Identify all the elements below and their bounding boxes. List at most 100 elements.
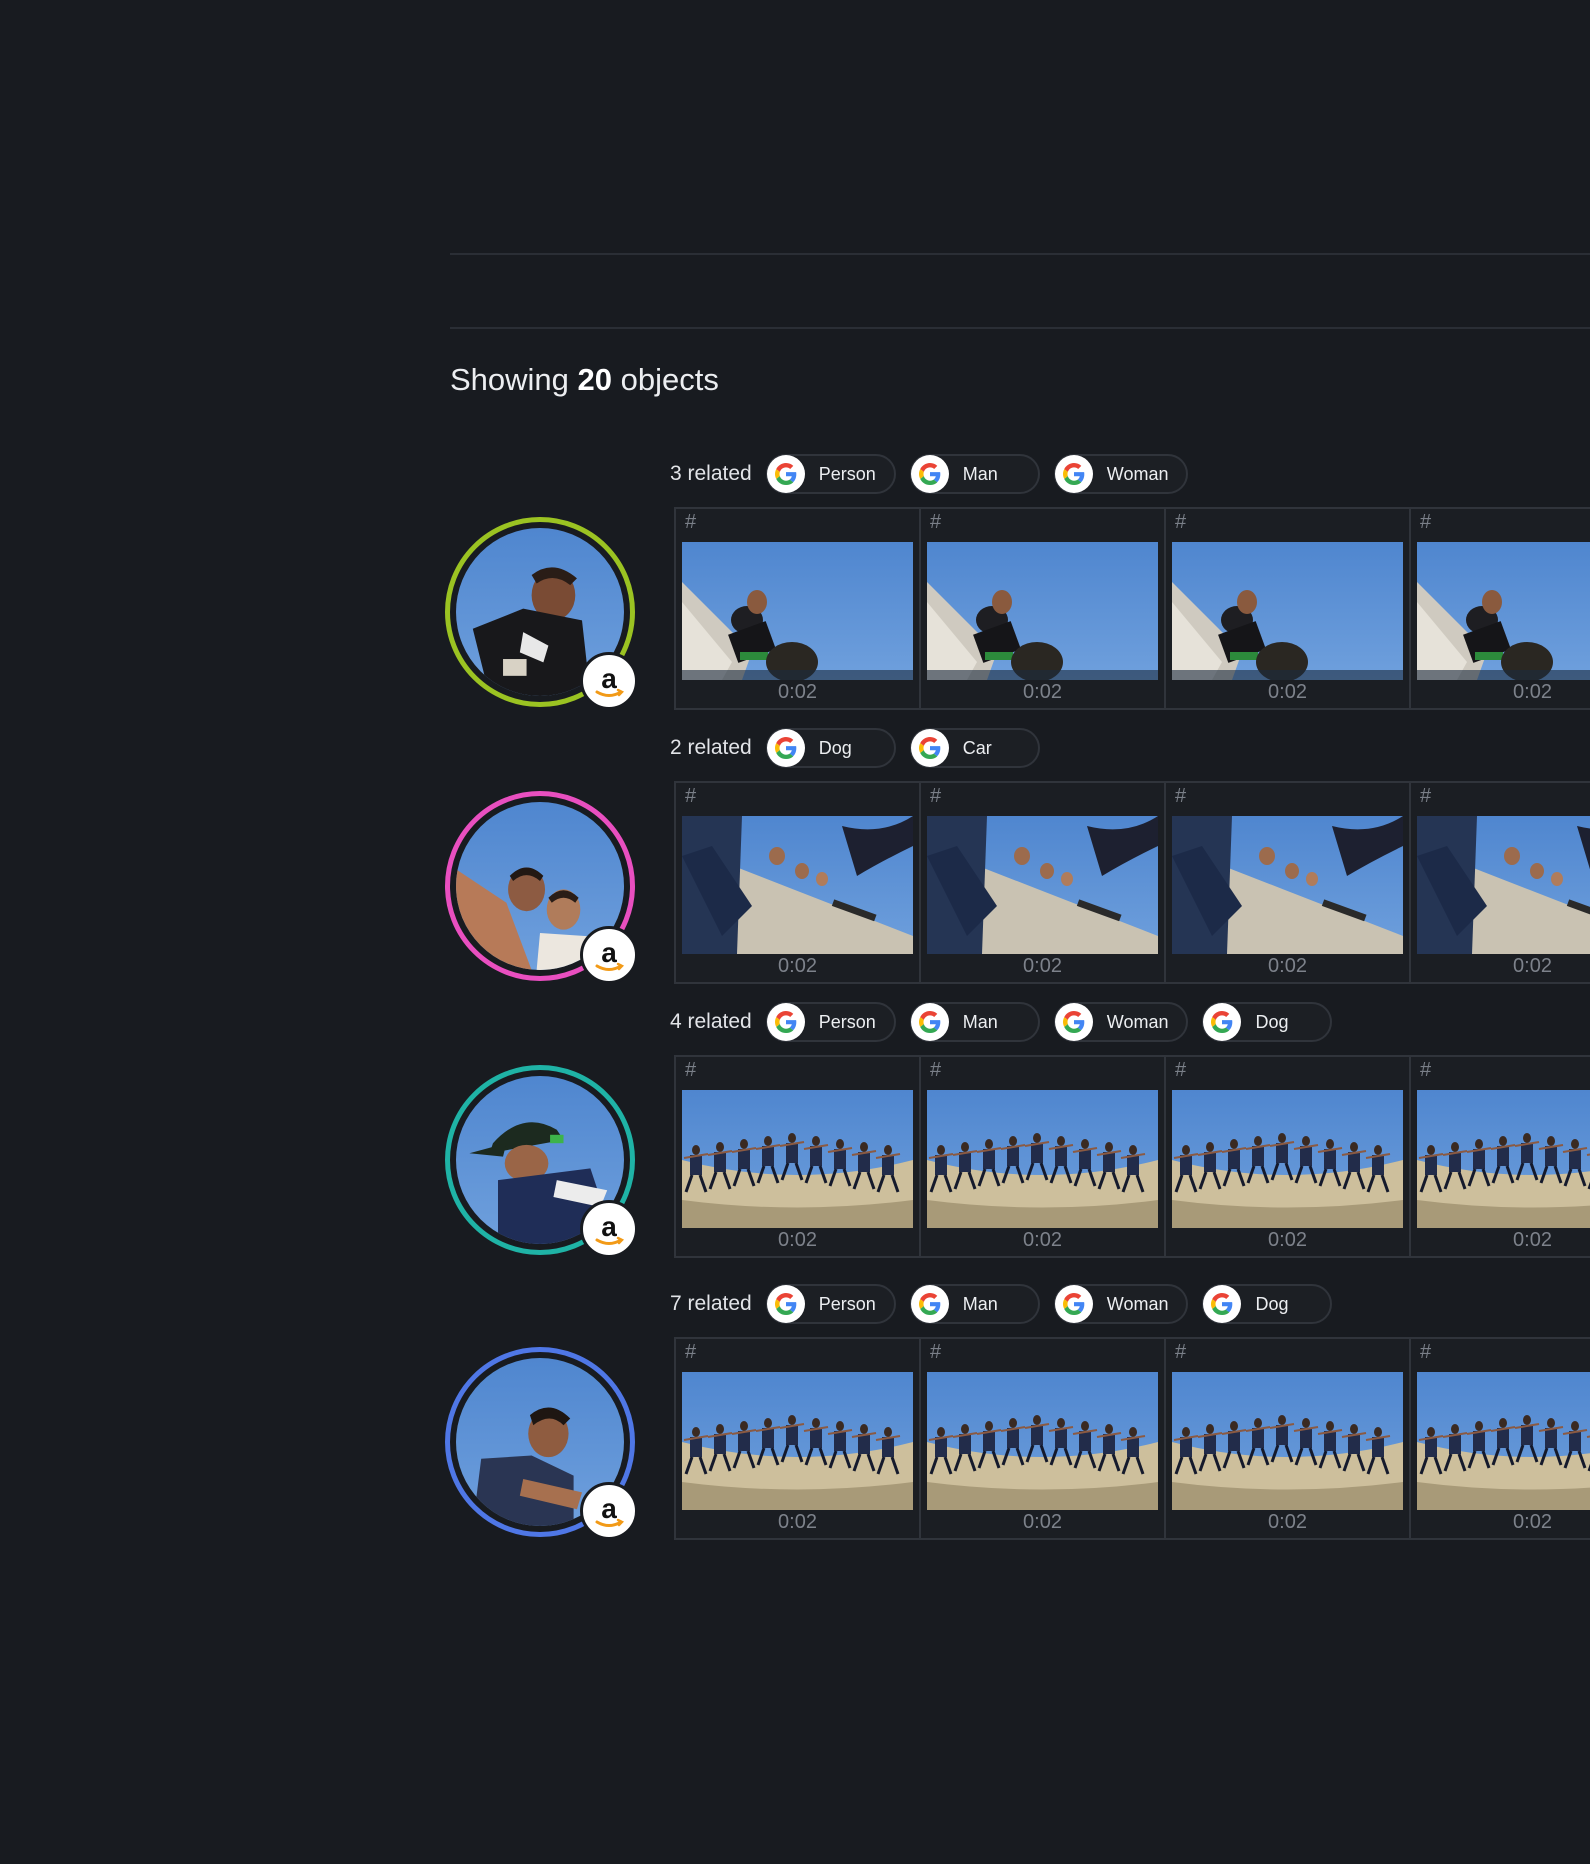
frame-hash-marker: #: [685, 785, 697, 807]
frame-timestamp: 0:02: [778, 955, 817, 977]
video-frame[interactable]: #0:02: [1166, 509, 1411, 708]
frame-timestamp: 0:02: [1023, 1511, 1062, 1533]
tag-woman[interactable]: Woman: [1053, 1002, 1189, 1042]
video-frame[interactable]: #0:02: [921, 1339, 1166, 1538]
frame-timestamp: 0:02: [1513, 1229, 1552, 1251]
frame-hash-marker: #: [1420, 1341, 1432, 1363]
results-count-heading: Showing 20 objects: [450, 362, 719, 398]
video-frame[interactable]: #0:02: [1411, 509, 1590, 708]
tag-label: Person: [818, 463, 876, 484]
frame-thumbnail: [1417, 542, 1590, 680]
amazon-a-icon: a: [580, 1200, 638, 1258]
frame-thumbnail: [1417, 1090, 1590, 1228]
tag-label: Person: [818, 1011, 876, 1032]
frame-hash-marker: #: [685, 1341, 697, 1363]
video-frame[interactable]: #0:02: [921, 783, 1166, 982]
google-g-icon: [1203, 1285, 1242, 1323]
frame-hash-marker: #: [1175, 1059, 1187, 1081]
tag-person[interactable]: Person: [765, 454, 896, 494]
google-g-icon: [910, 455, 949, 493]
frame-thumbnail: [1417, 816, 1590, 954]
object-avatar[interactable]: a: [445, 791, 638, 984]
video-frame[interactable]: #0:02: [921, 509, 1166, 708]
tag-label: Woman: [1106, 1293, 1169, 1314]
google-g-icon: [766, 729, 805, 767]
results-prefix: Showing: [450, 362, 569, 397]
tag-man[interactable]: Man: [909, 1002, 1040, 1042]
frame-strip: #0:02 #0:02 #0:02 #0:02: [674, 781, 1590, 984]
svg-text:a: a: [601, 937, 617, 968]
frame-strip: #0:02 #0:02 #0:02 #0:02: [674, 1055, 1590, 1258]
results-suffix: objects: [620, 362, 719, 397]
object-avatar[interactable]: a: [445, 1347, 638, 1540]
frame-hash-marker: #: [930, 1059, 942, 1081]
object-group: 2 related Dog Car a #0:02 #0:02 #0:02 #0:02: [0, 726, 1590, 1004]
tag-label: Man: [962, 1293, 998, 1314]
video-frame[interactable]: #0:02: [1411, 1057, 1590, 1256]
related-tags-row: 3 related Person Man Woman: [670, 452, 1202, 496]
tag-woman[interactable]: Woman: [1053, 1284, 1189, 1324]
tag-dog[interactable]: Dog: [1202, 1002, 1333, 1042]
frame-thumbnail: [1172, 542, 1403, 680]
frame-hash-marker: #: [1175, 1341, 1187, 1363]
frame-timestamp: 0:02: [1513, 955, 1552, 977]
related-tags-row: 4 related Person Man Woman Dog: [670, 1000, 1346, 1044]
related-count: 2 related: [670, 736, 752, 759]
video-frame[interactable]: #0:02: [676, 509, 921, 708]
frame-thumbnail: [682, 1090, 913, 1228]
frame-thumbnail: [1172, 1090, 1403, 1228]
tag-man[interactable]: Man: [909, 454, 1040, 494]
google-g-icon: [766, 1285, 805, 1323]
frame-thumbnail: [927, 1090, 1158, 1228]
amazon-a-icon: a: [580, 926, 638, 984]
related-tags-row: 2 related Dog Car: [670, 726, 1054, 770]
google-g-icon: [766, 455, 805, 493]
tag-woman[interactable]: Woman: [1053, 454, 1189, 494]
video-frame[interactable]: #0:02: [1411, 783, 1590, 982]
tag-label: Person: [818, 1293, 876, 1314]
video-frame[interactable]: #0:02: [1166, 783, 1411, 982]
video-frame[interactable]: #0:02: [1411, 1339, 1590, 1538]
frame-timestamp: 0:02: [1268, 1511, 1307, 1533]
tag-dog[interactable]: Dog: [765, 728, 896, 768]
tag-label: Woman: [1106, 1011, 1169, 1032]
video-frame[interactable]: #0:02: [1166, 1057, 1411, 1256]
video-frame[interactable]: #0:02: [676, 1057, 921, 1256]
frame-thumbnail: [927, 542, 1158, 680]
frame-timestamp: 0:02: [1513, 1511, 1552, 1533]
frame-timestamp: 0:02: [1023, 1229, 1062, 1251]
frame-thumbnail: [1172, 816, 1403, 954]
video-frame[interactable]: #0:02: [921, 1057, 1166, 1256]
tag-dog[interactable]: Dog: [1202, 1284, 1333, 1324]
google-g-icon: [910, 729, 949, 767]
tag-person[interactable]: Person: [765, 1284, 896, 1324]
tag-label: Dog: [818, 737, 852, 758]
object-avatar[interactable]: a: [445, 517, 638, 710]
frame-hash-marker: #: [930, 1341, 942, 1363]
related-count: 3 related: [670, 462, 752, 485]
google-g-icon: [910, 1003, 949, 1041]
google-g-icon: [1054, 1003, 1093, 1041]
object-avatar[interactable]: a: [445, 1065, 638, 1258]
frame-hash-marker: #: [1420, 511, 1432, 533]
google-g-icon: [1203, 1003, 1242, 1041]
tag-man[interactable]: Man: [909, 1284, 1040, 1324]
svg-text:a: a: [601, 1493, 617, 1524]
video-frame[interactable]: #0:02: [676, 783, 921, 982]
tag-car[interactable]: Car: [909, 728, 1040, 768]
frame-thumbnail: [1417, 1372, 1590, 1510]
tag-label: Woman: [1106, 463, 1169, 484]
tag-person[interactable]: Person: [765, 1002, 896, 1042]
frame-timestamp: 0:02: [778, 1229, 817, 1251]
video-frame[interactable]: #0:02: [676, 1339, 921, 1538]
video-frame[interactable]: #0:02: [1166, 1339, 1411, 1538]
frame-timestamp: 0:02: [1513, 681, 1552, 703]
frame-hash-marker: #: [685, 511, 697, 533]
tag-label: Dog: [1255, 1011, 1289, 1032]
related-tags-row: 7 related Person Man Woman Dog: [670, 1282, 1346, 1326]
frame-hash-marker: #: [1420, 785, 1432, 807]
frame-strip: #0:02 #0:02 #0:02 #0:02: [674, 1337, 1590, 1540]
tag-label: Man: [962, 463, 998, 484]
google-g-icon: [1054, 455, 1093, 493]
related-count: 4 related: [670, 1010, 752, 1033]
